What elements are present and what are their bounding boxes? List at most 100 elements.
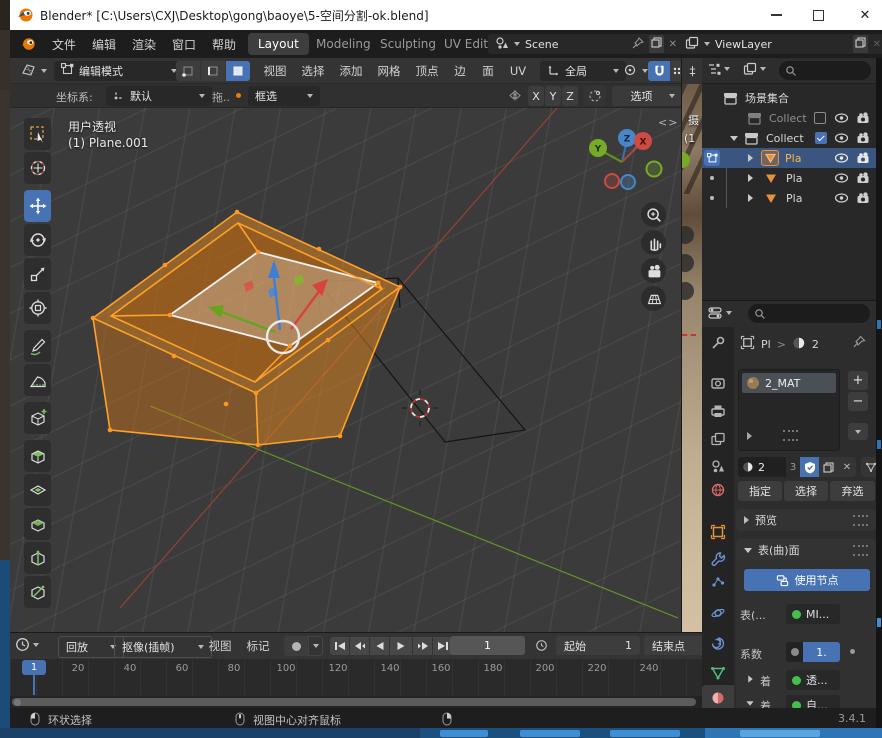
unlink-material-button[interactable]: ✕	[838, 457, 856, 477]
mirror-y-button[interactable]: Y	[545, 86, 561, 106]
outliner-row-collection-2[interactable]: Collect	[702, 128, 876, 148]
panel-grip[interactable]	[853, 515, 868, 526]
slot-list-grip[interactable]	[783, 430, 798, 441]
menu-window[interactable]: 窗口	[164, 30, 204, 58]
tool-loop-cut[interactable]	[24, 542, 51, 574]
vertex-select-button[interactable]	[176, 61, 200, 81]
auto-keying-toggle[interactable]	[284, 636, 308, 656]
surface-panel-header[interactable]: 表(曲)面	[736, 539, 876, 561]
scrollbar-end-handle[interactable]	[14, 699, 21, 706]
outliner-display-mode-button[interactable]	[707, 62, 730, 76]
playhead-marker[interactable]: 1	[22, 660, 46, 675]
face-select-button[interactable]	[226, 61, 250, 81]
mode-selector[interactable]: 编辑模式	[54, 61, 184, 81]
menu-view[interactable]: 视图	[256, 58, 294, 83]
factor-socket[interactable]	[786, 642, 803, 662]
tab-scene-icon[interactable]	[710, 458, 726, 478]
render-visibility-icon[interactable]	[856, 112, 870, 124]
breadcrumb-material-icon[interactable]	[792, 335, 806, 354]
menu-add[interactable]: 添加	[332, 58, 370, 83]
deselect-button[interactable]: 弃选	[830, 481, 875, 501]
animate-decorator-dot[interactable]	[850, 649, 855, 654]
collection-1-checkbox[interactable]	[814, 112, 826, 124]
shader-row2-caret[interactable]	[746, 701, 753, 706]
breadcrumb-object-icon[interactable]	[740, 335, 755, 354]
add-slot-button[interactable]: +	[848, 371, 868, 390]
tool-scale[interactable]	[24, 258, 51, 290]
tab-view-layer-icon[interactable]	[710, 431, 726, 451]
timeline-ruler[interactable]: 20 40 60 80 100 120 140 160 180 200 220 …	[10, 659, 702, 695]
menu-select[interactable]: 选择	[294, 58, 332, 83]
proportional-edit-icon[interactable]: ‡	[690, 64, 696, 78]
expand-caret[interactable]	[748, 194, 753, 202]
strip-camera-button[interactable]	[681, 282, 694, 300]
menu-edge[interactable]: 边	[446, 58, 474, 83]
tab-constraints-icon[interactable]	[710, 636, 726, 656]
timeline-editor-type-button[interactable]	[15, 637, 39, 652]
breadcrumb-object-name[interactable]: Pl	[761, 338, 771, 351]
navigation-gizmo[interactable]: Z X Y	[585, 125, 665, 195]
strip-zoom-button[interactable]	[681, 226, 694, 244]
slot-list-expand-caret[interactable]	[747, 432, 752, 440]
viewport-3d[interactable]: 用户透视 (1) Plane.001 <> Z X Y	[10, 108, 681, 632]
tool-annotate[interactable]	[24, 330, 51, 362]
tab-material-icon[interactable]	[710, 690, 726, 708]
slot-specials-button[interactable]	[848, 423, 868, 440]
tab-particles-icon[interactable]	[710, 573, 726, 593]
factor-slider[interactable]: 1.	[803, 642, 840, 662]
tool-measure[interactable]	[24, 364, 51, 396]
tab-tool-icon[interactable]	[710, 335, 726, 355]
tab-world-icon[interactable]	[710, 482, 726, 502]
menu-mesh[interactable]: 网格	[370, 58, 408, 83]
jump-to-start-button[interactable]	[330, 637, 349, 655]
menu-edit[interactable]: 编辑	[84, 30, 124, 58]
breadcrumb-pin-icon[interactable]	[852, 334, 866, 353]
render-visibility-icon[interactable]	[856, 192, 870, 204]
remove-view-layer-icon[interactable]: ✕	[873, 39, 881, 50]
keying-menu[interactable]: 抠像(插帧)	[114, 636, 212, 658]
properties-search-input[interactable]	[748, 304, 870, 323]
assign-button[interactable]: 指定	[738, 481, 782, 501]
expand-caret[interactable]	[748, 174, 753, 182]
blender-logo-small-icon[interactable]	[20, 36, 36, 56]
outliner-filter-button[interactable]	[743, 62, 766, 76]
menu-uv[interactable]: UV	[502, 58, 534, 83]
menu-face[interactable]: 面	[474, 58, 502, 83]
preview-panel-header[interactable]: 预览	[736, 509, 876, 531]
users-count-button[interactable]: 3	[786, 457, 800, 477]
current-frame-field[interactable]: 1	[450, 636, 525, 655]
tool-extrude[interactable]	[24, 440, 51, 472]
tool-move[interactable]	[24, 190, 51, 222]
options-dropdown[interactable]: 选项	[612, 86, 682, 106]
prev-keyframe-button[interactable]	[350, 637, 369, 655]
zoom-button[interactable]	[641, 202, 666, 227]
tab-modifiers-icon[interactable]	[710, 551, 726, 571]
scene-selector[interactable]: Scene ✕	[488, 34, 684, 54]
maximize-button[interactable]	[802, 0, 834, 30]
snap-toggle-button[interactable]	[648, 61, 670, 81]
tool-select-box[interactable]	[24, 118, 51, 150]
close-button[interactable]: ✕	[848, 0, 882, 30]
tool-bevel[interactable]	[24, 508, 51, 540]
tab-physics-icon[interactable]	[710, 605, 726, 625]
next-keyframe-button[interactable]	[413, 637, 432, 655]
material-slot-row-selected[interactable]: 2_MAT	[742, 373, 836, 393]
timeline-view-menu[interactable]: 视图	[202, 633, 238, 659]
shader-row2-dropdown[interactable]: 自...	[786, 695, 840, 708]
shader-row1-dropdown[interactable]: 透...	[786, 670, 840, 690]
tab-object-data-icon[interactable]	[710, 665, 726, 685]
properties-editor-type-button[interactable]	[707, 305, 732, 321]
preview-range-toggle[interactable]	[531, 636, 551, 655]
mirror-x-button[interactable]: X	[528, 86, 544, 106]
falloff-button[interactable]	[584, 86, 606, 106]
hide-eye-icon[interactable]	[834, 172, 849, 184]
minimize-button[interactable]	[760, 0, 792, 30]
use-nodes-button[interactable]: 使用节点	[744, 569, 870, 591]
frame-end-field[interactable]: 结束点	[644, 636, 702, 655]
new-view-layer-icon[interactable]	[853, 35, 868, 53]
edge-select-button[interactable]	[201, 61, 225, 81]
shader-row1-caret[interactable]	[748, 675, 753, 682]
breadcrumb-material-name[interactable]: 2	[812, 338, 819, 351]
mirror-z-button[interactable]: Z	[562, 86, 578, 106]
collection-2-checkbox[interactable]	[815, 132, 827, 144]
